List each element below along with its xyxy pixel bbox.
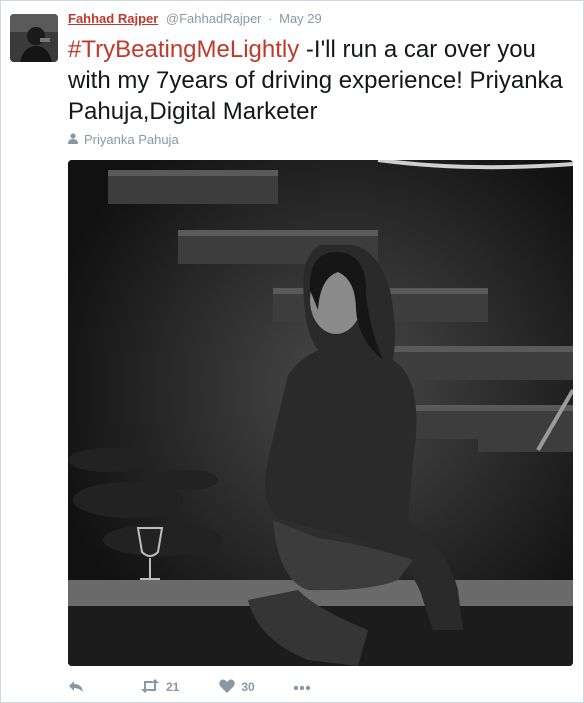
like-button[interactable]: 30 <box>219 679 255 696</box>
retweet-count: 21 <box>166 680 180 694</box>
like-count: 30 <box>241 680 255 694</box>
photo-tag[interactable]: Priyanka Pahuja <box>68 132 179 147</box>
more-button[interactable] <box>293 680 311 694</box>
tweet-text: #TryBeatingMeLightly -I'll run a car ove… <box>68 34 573 127</box>
person-icon <box>68 132 78 147</box>
tagged-person-name: Priyanka Pahuja <box>84 132 179 147</box>
separator: · <box>268 11 273 26</box>
tweet-header: Fahhad Rajper @FahhadRajper · May 29 <box>68 11 322 26</box>
retweet-icon <box>140 678 160 696</box>
tweet-actions: 21 30 <box>68 677 311 697</box>
author-handle[interactable]: @FahhadRajper <box>166 11 262 26</box>
tweet-photo[interactable] <box>68 160 573 666</box>
hashtag-link[interactable]: #TryBeatingMeLightly <box>68 36 299 63</box>
reply-button[interactable] <box>68 679 84 696</box>
tweet-date[interactable]: May 29 <box>279 11 322 26</box>
heart-icon <box>219 679 236 696</box>
more-icon <box>293 680 311 694</box>
reply-icon <box>68 679 84 696</box>
author-name[interactable]: Fahhad Rajper <box>68 11 158 26</box>
retweet-button[interactable]: 21 <box>140 678 180 696</box>
avatar[interactable] <box>10 14 58 62</box>
